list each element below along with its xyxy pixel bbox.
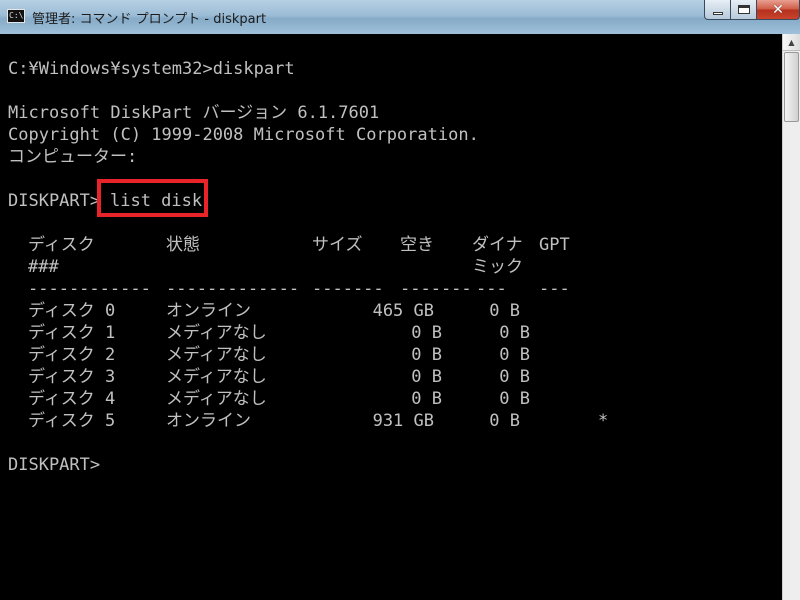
row-status: メディアなし: [166, 345, 267, 365]
header-disk: ディスク: [28, 235, 95, 255]
row-status: オンライン: [166, 411, 251, 431]
row-disk: ディスク 3: [28, 367, 116, 387]
row-status: オンライン: [166, 301, 251, 321]
copyright-line: Copyright (C) 1999-2008 Microsoft Corpor…: [8, 125, 479, 145]
title-bar[interactable]: C:\ 管理者: コマンド プロンプト - diskpart ✕: [0, 0, 800, 35]
command-prompt-window: C:\ 管理者: コマンド プロンプト - diskpart ✕ C:¥Wind…: [0, 0, 800, 600]
header-size: サイズ: [312, 235, 363, 255]
close-icon: ✕: [772, 1, 784, 18]
header-dynamic-sub: ミック: [472, 257, 523, 277]
computer-line: コンピューター:: [8, 147, 138, 167]
maximize-icon: [737, 5, 750, 14]
prompt-line: C:¥Windows¥system32>diskpart: [8, 59, 295, 79]
header-gpt: GPT: [539, 235, 570, 255]
row-free: 0 B: [499, 367, 530, 387]
separator-size: -------: [312, 279, 384, 299]
row-size: 0 B: [411, 323, 442, 343]
separator-status: -------------: [166, 279, 300, 299]
minimize-icon: [712, 12, 723, 15]
row-disk: ディスク 1: [28, 323, 116, 343]
maximize-button[interactable]: [730, 0, 756, 20]
command-highlight-box: [97, 179, 208, 217]
row-disk: ディスク 5: [28, 411, 116, 431]
window-title: 管理者: コマンド プロンプト - diskpart: [32, 12, 267, 27]
console-area[interactable]: C:¥Windows¥system32>diskpart Microsoft D…: [0, 34, 782, 600]
minimize-button[interactable]: [704, 0, 730, 20]
row-free: 0 B: [499, 345, 530, 365]
header-status: 状態: [166, 235, 200, 255]
header-free: 空き: [400, 235, 434, 255]
row-size: 0 B: [411, 345, 442, 365]
row-disk: ディスク 2: [28, 345, 116, 365]
row-gpt: *: [598, 411, 609, 431]
row-free: 0 B: [499, 389, 530, 409]
row-size: 0 B: [411, 389, 442, 409]
row-status: メディアなし: [166, 367, 267, 387]
vertical-scrollbar[interactable]: ▲: [782, 34, 800, 600]
final-prompt: DISKPART>: [8, 455, 101, 475]
header-dynamic: ダイナ: [472, 235, 523, 255]
row-status: メディアなし: [166, 323, 267, 343]
header-disk-sub: ###: [28, 257, 59, 277]
diskpart-prompt: DISKPART>: [8, 191, 101, 211]
scrollbar-thumb[interactable]: [784, 52, 799, 122]
row-free: 0 B: [489, 301, 520, 321]
row-status: メディアなし: [166, 389, 267, 409]
separator-free: -------: [400, 279, 472, 299]
row-free: 0 B: [499, 323, 530, 343]
version-line: Microsoft DiskPart バージョン 6.1.7601: [8, 103, 380, 123]
row-size: 931 GB: [372, 411, 434, 431]
cmd-icon: C:\: [7, 9, 25, 23]
caption-buttons: ✕: [704, 0, 800, 20]
row-disk: ディスク 4: [28, 389, 116, 409]
row-free: 0 B: [489, 411, 520, 431]
separator-disk: ------------: [28, 279, 151, 299]
row-size: 0 B: [411, 367, 442, 387]
close-button[interactable]: ✕: [756, 0, 800, 20]
separator-gpt: ---: [539, 279, 570, 299]
scroll-up-arrow-icon[interactable]: ▲: [783, 34, 800, 51]
separator-dynamic: ---: [476, 279, 507, 299]
row-size: 465 GB: [372, 301, 434, 321]
row-disk: ディスク 0: [28, 301, 116, 321]
